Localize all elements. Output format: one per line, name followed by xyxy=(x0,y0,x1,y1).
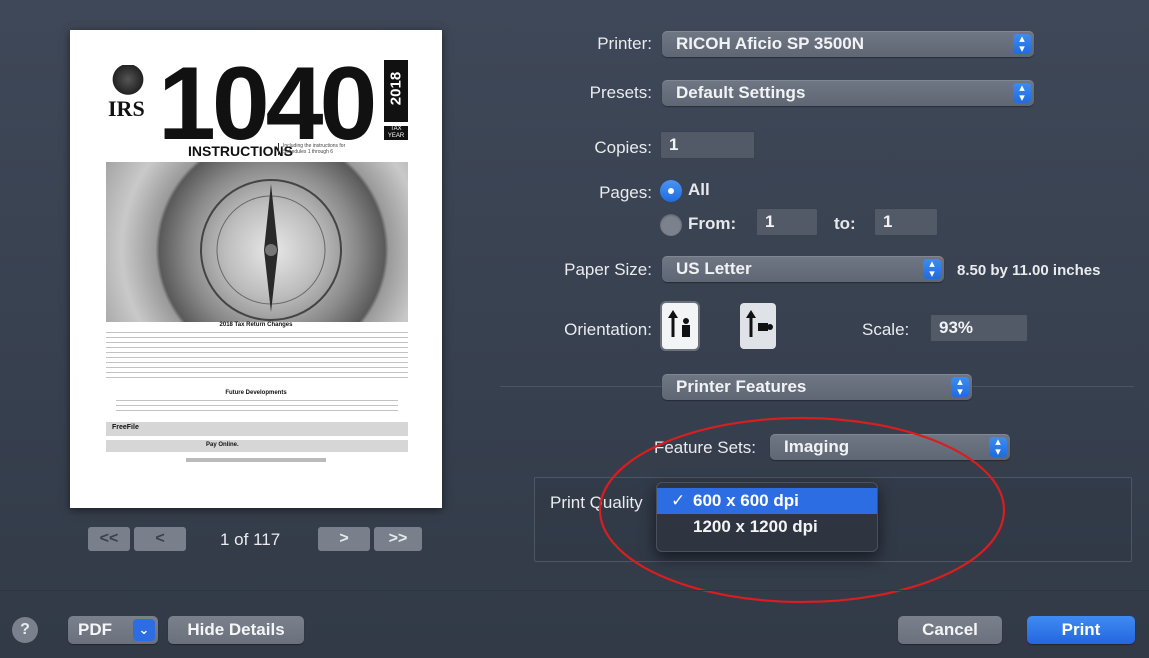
changes-heading: 2018 Tax Return Changes xyxy=(219,322,293,328)
section-popup-value: Printer Features xyxy=(676,377,807,396)
portrait-orientation-button[interactable] xyxy=(662,303,698,349)
printer-popup[interactable]: RICOH Aficio SP 3500N ▴ ▾ xyxy=(662,31,1034,57)
paper-size-popup[interactable]: US Letter ▴ ▾ xyxy=(662,256,944,282)
freefile-banner: FreeFile xyxy=(106,422,408,436)
prev-page-button[interactable]: < xyxy=(134,527,186,551)
changes-text-block xyxy=(106,332,408,382)
freefile-label: FreeFile xyxy=(112,424,139,431)
landscape-icon xyxy=(746,310,773,337)
next-page-button[interactable]: > xyxy=(318,527,370,551)
compass-needle-icon xyxy=(200,179,342,321)
printer-stepper-icon: ▴ ▾ xyxy=(1013,34,1031,55)
scale-field[interactable]: 93% xyxy=(930,314,1028,342)
pages-all-label: All xyxy=(688,180,710,199)
portrait-icon xyxy=(668,310,690,337)
form-number: 1040 xyxy=(158,46,377,162)
paper-size-label: Paper Size: xyxy=(564,260,652,279)
irs-eagle-icon xyxy=(110,65,146,97)
paper-size-dims: 8.50 by 11.00 inches xyxy=(957,262,1101,279)
compass-image xyxy=(106,162,408,322)
help-icon: ? xyxy=(20,621,30,638)
printer-label: Printer: xyxy=(597,34,652,53)
help-button[interactable]: ? xyxy=(12,617,38,643)
cancel-button[interactable]: Cancel xyxy=(898,616,1002,644)
pdf-label: PDF xyxy=(78,620,112,639)
irs-label: IRS xyxy=(108,96,145,121)
footer-divider xyxy=(0,590,1149,591)
printer-value: RICOH Aficio SP 3500N xyxy=(676,34,865,53)
pay-online-banner: Pay Online. xyxy=(106,440,408,452)
pages-all-radio[interactable] xyxy=(660,180,682,202)
pages-from-radio[interactable] xyxy=(660,214,682,236)
copies-field[interactable]: 1 xyxy=(660,131,755,159)
instructions-note: Including the instructions for Schedules… xyxy=(278,143,348,155)
pages-from-field[interactable]: 1 xyxy=(756,208,818,236)
year-label: 2018 xyxy=(387,71,405,106)
pages-label: Pages: xyxy=(599,183,652,202)
paper-size-value: US Letter xyxy=(676,259,752,278)
footer-text-block xyxy=(186,458,326,462)
presets-label: Presets: xyxy=(589,83,652,102)
last-page-button[interactable]: >> xyxy=(374,527,422,551)
paper-size-stepper-icon: ▴ ▾ xyxy=(923,259,941,280)
section-stepper-icon: ▴ ▾ xyxy=(951,377,969,398)
presets-stepper-icon: ▴ ▾ xyxy=(1013,83,1031,104)
pay-online-label: Pay Online. xyxy=(206,442,239,448)
pages-from-label: From: xyxy=(688,214,737,233)
print-button[interactable]: Print xyxy=(1027,616,1135,644)
print-preview-page: IRS 1040 2018 TAX YEAR INSTRUCTIONS Incl… xyxy=(70,30,442,508)
copies-label: Copies: xyxy=(594,138,652,157)
pages-to-field[interactable]: 1 xyxy=(874,208,938,236)
tax-year-label: TAX YEAR xyxy=(384,126,408,140)
annotation-ellipse xyxy=(598,416,1006,604)
page-indicator: 1 of 117 xyxy=(220,530,281,549)
scale-label: Scale: xyxy=(862,320,910,339)
orientation-label: Orientation: xyxy=(564,320,652,339)
chevron-down-icon: ⌄ xyxy=(133,619,155,641)
presets-value: Default Settings xyxy=(676,83,806,102)
first-page-button[interactable]: << xyxy=(88,527,130,551)
hide-details-button[interactable]: Hide Details xyxy=(168,616,304,644)
pdf-menu-button[interactable]: PDF ⌄ xyxy=(68,616,158,644)
section-popup[interactable]: Printer Features ▴ ▾ xyxy=(662,374,972,400)
landscape-orientation-button[interactable] xyxy=(740,303,776,349)
future-heading: Future Developments xyxy=(225,390,287,396)
presets-popup[interactable]: Default Settings ▴ ▾ xyxy=(662,80,1034,106)
pages-to-label: to: xyxy=(834,214,856,233)
future-text-block xyxy=(116,400,398,414)
